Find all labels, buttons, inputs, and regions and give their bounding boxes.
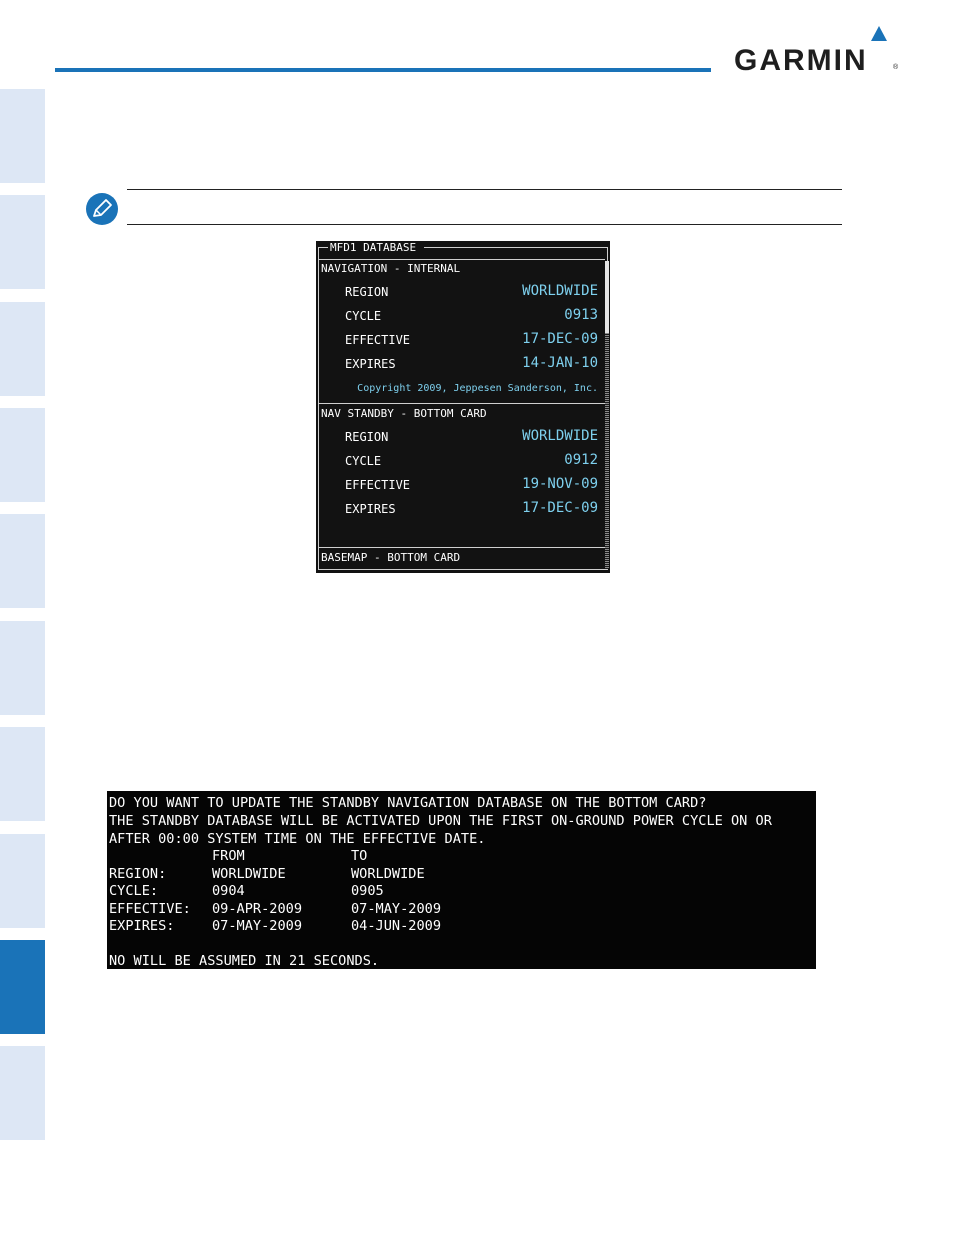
standby-effective-value: 19-NOV-09 <box>522 476 598 492</box>
nav-effective-label: EFFECTIVE <box>345 333 411 347</box>
navigation-header-rule <box>318 259 605 260</box>
side-tab-8[interactable] <box>0 834 45 928</box>
to-column-header: TO <box>351 848 368 864</box>
effective-row-to: 07-MAY-2009 <box>351 901 442 917</box>
standby-update-confirm-screen: DO YOU WANT TO UPDATE THE STANDBY NAVIGA… <box>107 791 816 969</box>
navigation-header: NAVIGATION - INTERNAL <box>321 262 461 275</box>
nav-region-label: REGION <box>345 285 389 299</box>
side-tab-2[interactable] <box>0 195 45 289</box>
effective-row-from: 09-APR-2009 <box>212 901 303 917</box>
side-tab-6[interactable] <box>0 621 45 715</box>
standby-expires-label: EXPIRES <box>345 502 396 516</box>
basemap-header: BASEMAP - BOTTOM CARD <box>321 551 461 564</box>
confirm-line-3: AFTER 00:00 SYSTEM TIME ON THE EFFECTIVE… <box>109 831 486 847</box>
region-row-from: WORLDWIDE <box>212 866 286 882</box>
cycle-row-label: CYCLE: <box>109 883 159 899</box>
mfd-frame-top-left <box>318 247 328 248</box>
nav-copyright: Copyright 2009, Jeppesen Sanderson, Inc. <box>357 383 598 394</box>
standby-header: NAV STANDBY - BOTTOM CARD <box>321 407 487 420</box>
nav-expires-label: EXPIRES <box>345 357 396 371</box>
expires-row-from: 07-MAY-2009 <box>212 918 303 934</box>
side-tab-4[interactable] <box>0 408 45 502</box>
expires-row-to: 04-JUN-2009 <box>351 918 442 934</box>
basemap-separator <box>318 547 605 548</box>
nav-expires-value: 14-JAN-10 <box>522 355 598 371</box>
nav-region-value: WORLDWIDE <box>522 283 598 299</box>
region-row-to: WORLDWIDE <box>351 866 425 882</box>
mfd-title: MFD1 DATABASE <box>330 241 417 254</box>
cycle-row-from: 0904 <box>212 883 245 899</box>
standby-cycle-label: CYCLE <box>345 454 382 468</box>
side-tab-7[interactable] <box>0 727 45 821</box>
standby-effective-label: EFFECTIVE <box>345 478 411 492</box>
garmin-logo: GARMIN ® <box>734 26 899 78</box>
mfd-database-screen: MFD1 DATABASE NAVIGATION - INTERNAL REGI… <box>316 241 610 573</box>
region-row-label: REGION: <box>109 866 167 882</box>
note-rule-bottom <box>127 224 842 225</box>
standby-expires-value: 17-DEC-09 <box>522 500 598 516</box>
side-tab-1[interactable] <box>0 89 45 183</box>
expires-row-label: EXPIRES: <box>109 918 175 934</box>
standby-cycle-value: 0912 <box>564 452 598 468</box>
nav-cycle-label: CYCLE <box>345 309 382 323</box>
cycle-row-to: 0905 <box>351 883 384 899</box>
note-rule-top <box>127 189 842 190</box>
timeout-message: NO WILL BE ASSUMED IN 21 SECONDS. <box>109 953 380 969</box>
logo-text: GARMIN <box>734 44 868 77</box>
side-tab-10[interactable] <box>0 1046 45 1140</box>
confirm-question: DO YOU WANT TO UPDATE THE STANDBY NAVIGA… <box>109 795 707 811</box>
side-tab-9-active[interactable] <box>0 940 45 1034</box>
side-tab-3[interactable] <box>0 302 45 396</box>
effective-row-label: EFFECTIVE: <box>109 901 191 917</box>
confirm-line-2: THE STANDBY DATABASE WILL BE ACTIVATED U… <box>109 813 772 829</box>
standby-region-value: WORLDWIDE <box>522 428 598 444</box>
logo-registered-mark: ® <box>893 64 899 71</box>
nav-cycle-value: 0913 <box>564 307 598 323</box>
standby-region-label: REGION <box>345 430 389 444</box>
nav-effective-value: 17-DEC-09 <box>522 331 598 347</box>
standby-separator <box>318 403 605 404</box>
header-rule <box>55 68 711 72</box>
logo-triangle-icon <box>871 26 887 41</box>
from-column-header: FROM <box>212 848 245 864</box>
side-tab-5[interactable] <box>0 514 45 608</box>
note-pencil-icon <box>86 193 118 225</box>
mfd-frame-top-right <box>424 247 607 248</box>
mfd-scrollbar-thumb[interactable] <box>605 261 609 333</box>
